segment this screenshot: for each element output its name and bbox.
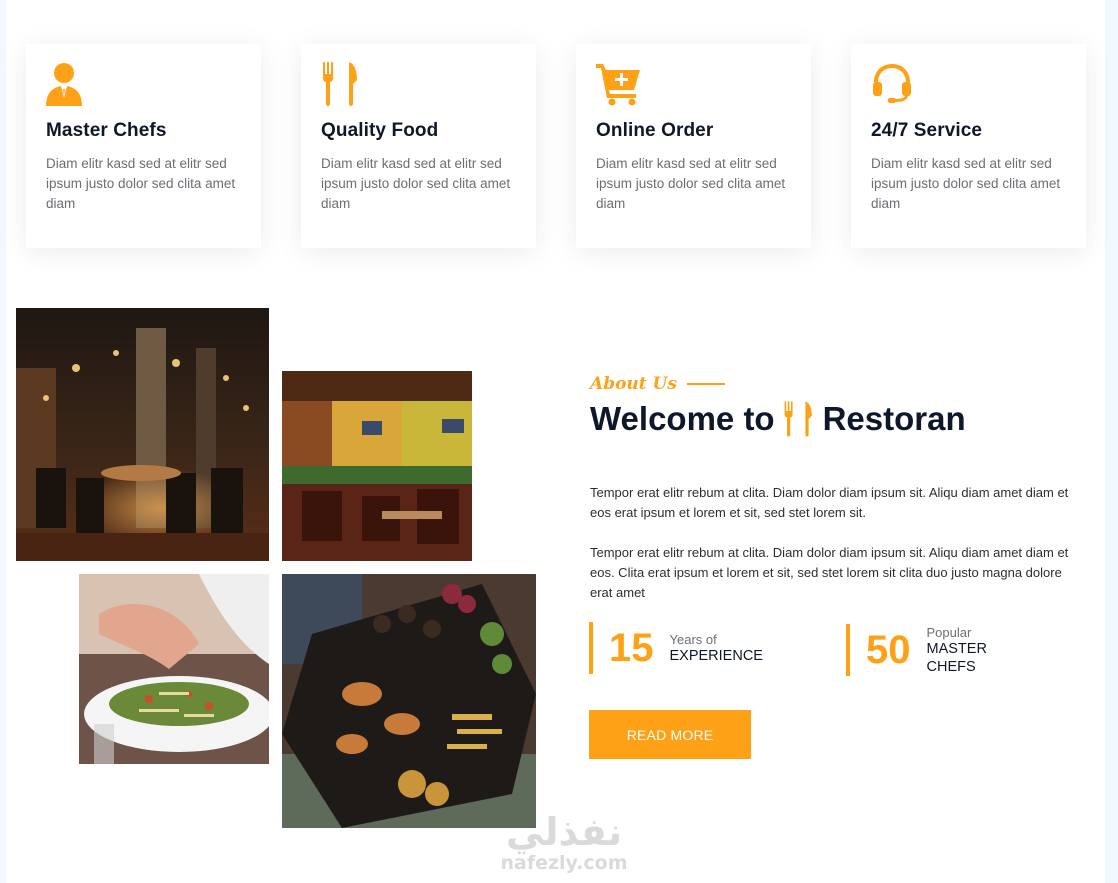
headset-icon bbox=[873, 64, 911, 103]
about-paragraph-2: Tempor erat elitr rebum at clita. Diam d… bbox=[590, 545, 1069, 600]
stat-big-text: Experience bbox=[669, 647, 763, 664]
service-title: Master Chefs bbox=[46, 120, 167, 141]
service-text: Diam elitr kasd sed at elitr sed ipsum j… bbox=[871, 156, 1061, 211]
title-after-text: Restoran bbox=[822, 400, 966, 437]
stat-big-text: Master Chefs bbox=[926, 640, 987, 675]
stat-experience: 15 Years of Experience bbox=[589, 622, 763, 674]
stat-small-text: Years of bbox=[669, 631, 717, 647]
utensils-icon bbox=[784, 401, 812, 437]
section-label-line bbox=[686, 383, 725, 385]
cart-plus-icon bbox=[596, 64, 640, 106]
service-card-master-chefs[interactable]: Master Chefs Diam elitr kasd sed at elit… bbox=[26, 44, 261, 248]
stat-number: 15 bbox=[609, 625, 654, 670]
stat-label: Popular Master Chefs bbox=[927, 625, 997, 676]
watermark-arabic: نفذلي bbox=[505, 810, 623, 854]
chef-icon bbox=[46, 63, 82, 106]
service-card-quality-food[interactable]: Quality Food Diam elitr kasd sed at elit… bbox=[301, 44, 536, 248]
watermark-logo: نفذلي nafezly.com bbox=[494, 812, 634, 882]
watermark-latin: nafezly.com bbox=[500, 852, 628, 874]
page-container: Master Chefs Diam elitr kasd sed at elit… bbox=[6, 0, 1105, 883]
service-title: Quality Food bbox=[321, 120, 439, 141]
about-paragraph-1: Tempor erat elitr rebum at clita. Diam d… bbox=[590, 485, 1069, 520]
service-title: 24/7 Service bbox=[871, 120, 983, 141]
stat-label: Years of Experience bbox=[670, 632, 763, 665]
service-text: Diam elitr kasd sed at elitr sed ipsum j… bbox=[321, 156, 511, 211]
stat-small-text: Popular bbox=[926, 624, 972, 640]
read-more-button[interactable]: Read More bbox=[589, 710, 751, 759]
stat-master-chefs: 50 Popular Master Chefs bbox=[846, 624, 997, 676]
service-text: Diam elitr kasd sed at elitr sed ipsum j… bbox=[596, 156, 786, 211]
service-title: Online Order bbox=[596, 120, 714, 141]
service-text: Diam elitr kasd sed at elitr sed ipsum j… bbox=[46, 156, 236, 211]
stat-number: 50 bbox=[866, 627, 911, 672]
page-title: Welcome to Restoran bbox=[590, 400, 966, 438]
salad-plate-photo bbox=[79, 574, 269, 764]
section-label-text: About Us bbox=[590, 374, 677, 394]
utensils-icon bbox=[323, 62, 357, 106]
restaurant-dining-room-photo bbox=[282, 371, 472, 561]
grilled-food-platter-photo bbox=[282, 574, 536, 828]
service-card-online-order[interactable]: Online Order Diam elitr kasd sed at elit… bbox=[576, 44, 811, 248]
title-before-text: Welcome to bbox=[590, 400, 775, 437]
service-card-24-7-service[interactable]: 24/7 Service Diam elitr kasd sed at elit… bbox=[851, 44, 1086, 248]
section-label: About Us bbox=[590, 374, 725, 394]
restaurant-interior-photo bbox=[16, 308, 269, 561]
